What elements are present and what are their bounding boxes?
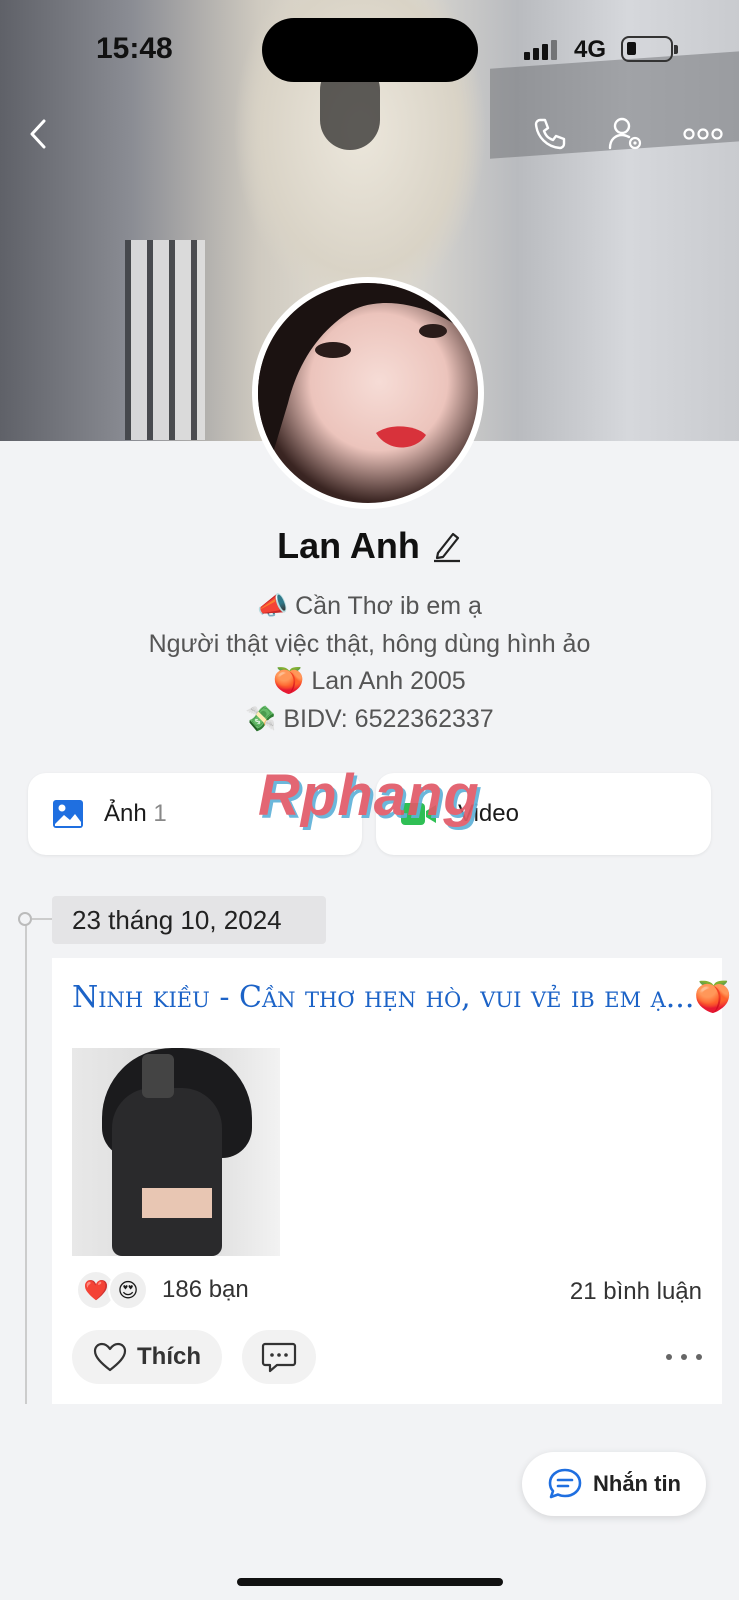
timeline-post: Ninh kiều - Cần thơ hẹn hò, vui vẻ ib em… [52,958,732,1404]
more-dot [681,1354,687,1360]
profile-avatar[interactable] [252,277,484,509]
photos-tab-label: Ảnh [104,800,147,827]
battery-icon [621,36,678,62]
network-type: 4G [574,36,607,63]
signal-icon [524,40,557,60]
post-text[interactable]: Ninh kiều - Cần thơ hẹn hò, vui vẻ ib em… [72,980,732,1015]
reaction-summary[interactable]: ❤️ 😍 186 bạn [76,1270,249,1310]
profile-settings-button[interactable] [606,114,646,154]
home-indicator[interactable] [237,1578,503,1586]
more-dot [666,1354,672,1360]
more-dot [696,1354,702,1360]
heart-icon [93,1342,127,1372]
comment-icon [261,1342,297,1373]
phone-icon [534,118,566,150]
like-label: Thích [137,1343,201,1370]
bio-line: 🍑 Lan Anh 2005 [273,667,466,695]
timeline-dot [18,912,32,926]
call-button[interactable] [530,114,570,154]
comment-count[interactable]: 21 bình luận [570,1278,702,1306]
timeline-date: 23 tháng 10, 2024 [52,896,326,944]
bio-line: Người thật việc thật, hông dùng hình ảo [148,629,591,658]
user-settings-icon [608,117,642,150]
message-button-label: Nhắn tin [593,1471,681,1496]
like-button[interactable]: Thích [72,1330,222,1384]
more-icon [683,128,723,140]
watermark-logo: Rphang [258,763,480,828]
post-photo[interactable] [72,1048,280,1256]
photos-count: 1 [153,800,167,827]
back-button[interactable] [18,112,58,156]
message-button[interactable]: Nhắn tin [522,1452,706,1516]
bio-line: 📣 Cần Thơ ib em ạ [257,592,482,620]
chat-icon [548,1468,582,1499]
profile-name: Lan Anh [277,525,420,566]
timeline-connector [32,918,52,920]
status-time: 15:48 [96,32,173,65]
dynamic-island [262,18,478,82]
profile-bio: 📣 Cần Thơ ib em ạ Người thật việc thật, … [0,588,739,738]
comment-button[interactable] [242,1330,316,1384]
bio-line: 💸 BIDV: 6522362337 [245,704,494,733]
timeline-line [25,920,27,1404]
edit-icon[interactable] [432,529,462,563]
more-options-button[interactable] [682,118,724,150]
reaction-count: 186 bạn [162,1276,249,1303]
photo-icon [53,800,83,828]
back-icon [30,119,46,149]
love-eyes-reaction: 😍 [108,1270,148,1310]
post-more-button[interactable] [666,1342,702,1372]
profile-name-row: Lan Anh [0,525,739,567]
